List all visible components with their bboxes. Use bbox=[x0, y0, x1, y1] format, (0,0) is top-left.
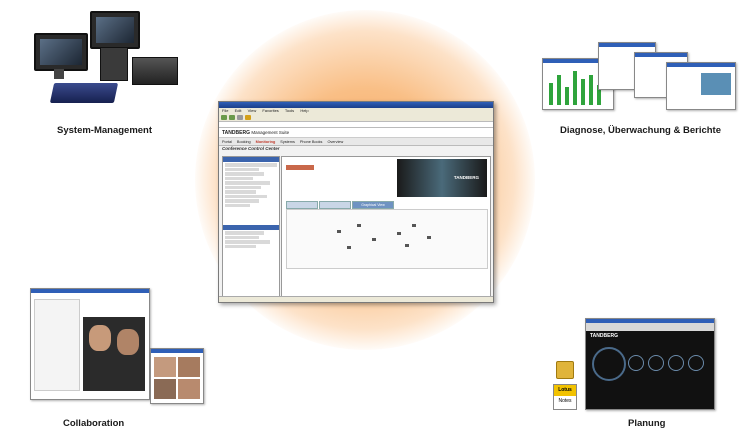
nav-phone-books[interactable]: Phone Books bbox=[300, 140, 323, 144]
nav-booking[interactable]: Booking bbox=[237, 140, 251, 144]
main-application-window[interactable]: File Edit View Favorites Tools Help TAND… bbox=[218, 101, 494, 303]
browser-toolbar bbox=[219, 113, 493, 122]
page-subtitle: Conference Control Center bbox=[222, 146, 280, 151]
codec-rack bbox=[132, 57, 178, 85]
forward-icon[interactable] bbox=[229, 114, 235, 120]
videoconf-monitor-left bbox=[34, 33, 88, 71]
view-tabs: Graphical View bbox=[286, 201, 394, 209]
conference-tree-pane[interactable] bbox=[222, 156, 280, 298]
menu-edit[interactable]: Edit bbox=[235, 108, 242, 113]
action-button[interactable] bbox=[286, 165, 314, 170]
menu-favorites[interactable]: Favorites bbox=[262, 108, 278, 113]
thumb-planning: TANDBERG bbox=[585, 318, 715, 410]
status-bar bbox=[219, 296, 493, 302]
favorites-icon[interactable] bbox=[245, 114, 251, 120]
app-header: TANDBERG Management Suite bbox=[219, 128, 493, 138]
caption-collaboration: Collaboration bbox=[63, 418, 125, 429]
planning-brand: TANDBERG bbox=[590, 333, 618, 339]
videoconf-monitor-tall bbox=[90, 11, 140, 49]
brand-banner: TANDBERG bbox=[397, 159, 487, 197]
back-icon[interactable] bbox=[221, 114, 227, 120]
caption-diagnose: Diagnose, Überwachung & Berichte bbox=[560, 125, 722, 136]
tab-1[interactable] bbox=[286, 201, 318, 209]
nav-portal[interactable]: Portal bbox=[222, 140, 232, 144]
caption-planning: Planung bbox=[628, 418, 666, 429]
nav-overview[interactable]: Overview bbox=[327, 140, 343, 144]
conference-detail-pane: TANDBERG Graphical View bbox=[281, 156, 491, 298]
lotus-clock-icon bbox=[556, 361, 574, 379]
app-nav: Portal Booking Monitoring Systems Phone … bbox=[219, 138, 493, 146]
menu-tools[interactable]: Tools bbox=[285, 108, 294, 113]
refresh-icon[interactable] bbox=[237, 114, 243, 120]
nav-systems[interactable]: Systems bbox=[280, 140, 295, 144]
network-graph[interactable] bbox=[286, 209, 488, 269]
menu-file[interactable]: File bbox=[222, 108, 228, 113]
management-server bbox=[49, 83, 119, 103]
system-devices bbox=[30, 5, 180, 115]
menu-help[interactable]: Help bbox=[300, 108, 308, 113]
menu-view[interactable]: View bbox=[248, 108, 257, 113]
lotus-notes-logo: Lotus Notes bbox=[553, 384, 577, 410]
thumb-report-4 bbox=[666, 62, 736, 110]
nav-monitoring[interactable]: Monitoring bbox=[256, 140, 276, 144]
tab-graphical-view[interactable]: Graphical View bbox=[352, 201, 394, 209]
app-logo: TANDBERG Management Suite bbox=[222, 129, 290, 136]
caption-system-management: System-Management bbox=[57, 125, 153, 136]
thumb-collaboration-main bbox=[30, 288, 150, 400]
thumb-collaboration-video bbox=[150, 348, 204, 404]
tab-2[interactable] bbox=[319, 201, 351, 209]
